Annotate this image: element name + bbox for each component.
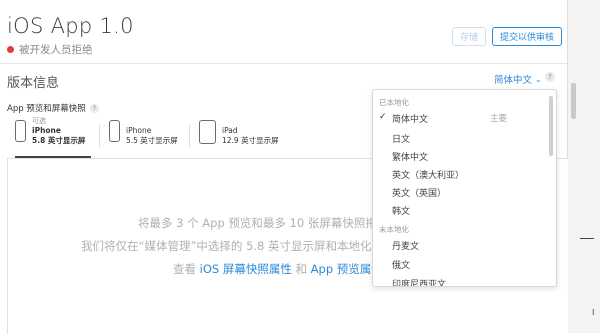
app-title: iOS App 1.0 [7,14,134,38]
device-size: 5.8 英寸显示屏 [32,136,86,145]
submit-for-review-button[interactable]: 提交以供审核 [492,27,562,46]
menu-item-english-australia[interactable]: 英文（澳大利亚） [392,168,464,181]
device-size: 5.5 英寸显示屏 [126,136,178,145]
ipad-icon [199,120,216,144]
checkmark-icon: ✓ [379,112,387,122]
language-select[interactable]: 简体中文 ⌄ [494,72,542,87]
device-tab-ipad-12-9[interactable]: iPad 12.9 英寸显示屏 [199,116,289,156]
preview-label-text: App 预览和屏幕快照 [7,104,86,114]
menu-item-traditional-chinese[interactable]: 繁体中文 [392,150,428,163]
language-select-value: 简体中文 [494,75,533,86]
device-name: iPad [222,126,238,135]
page-scrollbar[interactable] [571,83,576,119]
menu-item-danish[interactable]: 丹麦文 [392,239,419,252]
preview-screenshots-label: App 预览和屏幕快照 ? [7,102,99,114]
iphone-icon [15,120,26,142]
help-icon[interactable]: ? [545,72,555,82]
menu-item-english-uk[interactable]: 英文（英国） [392,186,446,199]
status-text: 被开发人员拒绝 [19,44,93,56]
iphone-icon [109,120,120,142]
menu-item-japanese[interactable]: 日文 [392,132,410,145]
device-size: 12.9 英寸显示屏 [222,136,279,145]
unlocalized-header: 未本地化 [379,225,409,234]
device-optional-label: 可选 [32,117,46,125]
device-divider [99,124,100,148]
question-icon[interactable]: ? [89,103,99,113]
localized-header: 已本地化 [379,98,409,107]
drop-instruction-2: 我们将仅在“媒体管理”中选择的 5.8 英寸显示屏和本地化 [81,239,372,253]
background-divider [580,238,594,239]
menu-scrollbar[interactable] [549,96,553,156]
ios-screenshot-props-link[interactable]: iOS 屏幕快照属性 [200,262,292,276]
device-name: iPhone [126,126,152,135]
background-page-edge: I [567,0,600,333]
drop-instruction-3: 查看 iOS 屏幕快照属性 和 App 预览属性 [173,262,383,276]
menu-item-indonesian[interactable]: 印度尼西亚文 [392,277,446,286]
primary-tag: 主要 [490,114,508,124]
version-info-title: 版本信息 [7,76,60,91]
device-tab-iphone-5-8[interactable]: 可选 iPhone 5.8 英寸显示屏 [15,116,91,158]
app-status: 被开发人员拒绝 [7,42,93,57]
drop-instruction-1: 将最多 3 个 App 预览和最多 10 张屏幕快照拖 [138,216,377,230]
device-name: iPhone [32,126,61,135]
device-divider [189,124,190,148]
header-divider [0,63,567,64]
language-dropdown-menu: 已本地化 ✓ 简体中文 主要 日文 繁体中文 英文（澳大利亚） 英文（英国） 韩… [372,89,557,287]
menu-item-russian[interactable]: 俄文 [392,258,410,271]
chevron-down-icon: ⌄ [535,74,542,84]
background-mark: I [592,308,595,317]
status-dot-icon [7,46,14,53]
menu-item-korean[interactable]: 韩文 [392,204,410,217]
device-tab-iphone-5-5[interactable]: iPhone 5.5 英寸显示屏 [109,116,189,156]
save-button[interactable]: 存储 [452,27,486,46]
